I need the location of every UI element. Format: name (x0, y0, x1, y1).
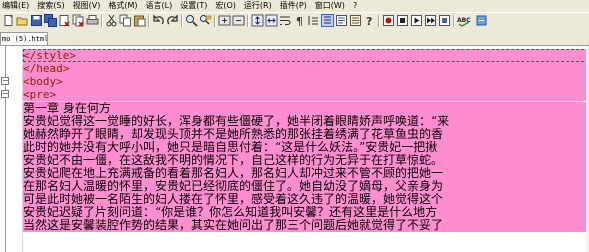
open-file-icon[interactable] (16, 14, 29, 27)
save-icon[interactable] (30, 14, 43, 27)
cut-icon[interactable] (105, 14, 118, 27)
paragraph-text: 可是此时她被一名陌生的妇人搂在了怀里，感受着这久违了的温暖，她觉得这个 (23, 193, 444, 206)
save-macro-icon[interactable] (438, 14, 451, 27)
text-line[interactable]: 此时的她并没有大呼小叫，她只是暗自思付着：“这是什么妖法。”安贵妃一把揪 (23, 141, 589, 154)
paragraph-text: 她赫然睁开了眼睛，却发现头顶并不是她所熟悉的那张挂着绣满了花草鱼虫的香 (23, 128, 444, 141)
toolbar-separator (101, 15, 103, 27)
help-icon[interactable]: ? (363, 14, 376, 28)
menu-plugins[interactable]: 插件(P) (276, 0, 311, 12)
stop-macro-icon[interactable] (396, 14, 409, 27)
menu-format[interactable]: 格式(M) (104, 0, 141, 12)
word-wrap-icon[interactable] (279, 14, 292, 27)
paragraph-text: 安贵妃爬在地上充满戒备的看着那名妇人，那名妇人却冲过来不管不顾的把她一 (23, 167, 444, 180)
menu-settings[interactable]: 设置(T) (176, 0, 211, 12)
paragraph-text: 安贵妃迟疑了片刻问道：“你是谁？你怎么知道我叫安馨？还有这里是什么地方 (23, 206, 438, 219)
tab-file[interactable]: mo (5).html (0, 32, 48, 45)
menu-view[interactable]: 视图(V) (69, 0, 105, 12)
toolbar-separator (247, 15, 249, 27)
zoom-in-icon[interactable] (218, 14, 231, 27)
paste-icon[interactable] (133, 14, 146, 27)
replace-icon[interactable] (199, 14, 212, 27)
code-line[interactable]: <body> (23, 75, 589, 88)
svg-text:?: ? (366, 15, 372, 27)
text-line[interactable]: 她赫然睁开了眼睛，却发现头顶并不是她所熟悉的那张挂着绣满了花草鱼虫的香 (23, 128, 589, 141)
editor-area[interactable]: − − </style> </head> <body> <pre> 第一章 身在… (0, 46, 589, 252)
menu-edit[interactable]: 编辑(E) (0, 0, 33, 12)
text-line[interactable]: 第一章 身在何方 (23, 102, 589, 115)
close-all-icon[interactable] (72, 14, 85, 27)
toolbar-separator (214, 15, 216, 27)
menu-language[interactable]: 语言(L) (142, 0, 177, 12)
fold-toggle-pre[interactable]: − (1, 90, 9, 98)
menu-bar: 编辑(E) 搜索(S) 视图(V) 格式(M) 语言(L) 设置(T) 宏(O) 运行(R) 插… (0, 0, 589, 12)
paragraph-text: 安贵妃不由一僵，在这敌我不明的情况下，自己这样的行为无异于在打草惊蛇。 (23, 154, 444, 167)
play-macro-icon[interactable] (410, 14, 423, 27)
save-all-icon[interactable] (44, 14, 57, 27)
sync-horizontal-icon[interactable] (265, 14, 278, 27)
spell-check-icon[interactable]: ABC (457, 14, 473, 27)
print-icon[interactable] (86, 14, 99, 27)
chapter-title: 第一章 身在何方 (23, 102, 111, 115)
tab-bar: mo (5).html (0, 30, 589, 46)
toolbar-separator (148, 15, 150, 27)
zoom-out-icon[interactable] (232, 14, 245, 27)
sync-vertical-icon[interactable] (251, 14, 264, 27)
menu-window[interactable]: 窗口(W) (311, 0, 349, 12)
undo-icon[interactable] (152, 14, 165, 27)
toolbar-separator (378, 15, 380, 27)
svg-text:¶: ¶ (296, 15, 303, 27)
fold-toggle-body[interactable]: − (1, 77, 9, 85)
text-line[interactable]: 安贵妃迟疑了片刻问道：“你是谁？你怎么知道我叫安馨？还有这里是什么地方 (23, 206, 589, 219)
menu-search[interactable]: 搜索(S) (33, 0, 68, 12)
code-line[interactable]: <pre> (23, 88, 589, 101)
plugin-tool-icon[interactable] (475, 14, 488, 27)
doc-map-icon[interactable] (335, 14, 348, 27)
text-line[interactable]: 在那名妇人温暖的怀里，安贵妃已经彻底的僵住了。她自幼没了嫡母，父亲身为 (23, 180, 589, 193)
function-list-icon[interactable] (349, 14, 362, 27)
copy-icon[interactable] (119, 14, 132, 27)
paragraph-text: 当然这是安馨装腔作势的结果，其实在她问出了那三个问题后她就觉得了不妥了 (23, 219, 444, 232)
redo-icon[interactable] (166, 14, 179, 27)
close-file-icon[interactable] (58, 14, 71, 27)
language-style-icon[interactable] (321, 14, 334, 27)
text-line[interactable]: 安贵妃不由一僵，在这敌我不明的情况下，自己这样的行为无异于在打草惊蛇。 (23, 154, 589, 167)
paragraph-text: 在那名妇人温暖的怀里，安贵妃已经彻底的僵住了。她自幼没了嫡母，父亲身为 (23, 180, 444, 193)
menu-run[interactable]: 运行(R) (240, 0, 276, 12)
paragraph-text: 安贵妃觉得这一觉睡的好长，浑身都有些僵硬了，她半闭着眼睛娇声呼唤道：“来 (23, 115, 450, 128)
text-line[interactable]: 可是此时她被一名陌生的妇人搂在了怀里，感受着这久违了的温暖，她觉得这个 (23, 193, 589, 206)
menu-macro[interactable]: 宏(O) (211, 0, 240, 12)
toolbar: ¶ ? ABC (0, 12, 589, 31)
code-line[interactable]: </head> (23, 62, 589, 75)
fold-margin: − − (0, 46, 23, 252)
indent-guide-icon[interactable] (307, 14, 320, 27)
menu-help[interactable]: ? (349, 0, 361, 12)
svg-text:ABC: ABC (457, 17, 471, 24)
code-line[interactable]: </style> (23, 49, 589, 62)
text-line[interactable]: 安贵妃觉得这一觉睡的好长，浑身都有些僵硬了，她半闭着眼睛娇声呼唤道：“来 (23, 115, 589, 128)
text-line[interactable]: 安贵妃爬在地上充满戒备的看着那名妇人，那名妇人却冲过来不管不顾的把她一 (23, 167, 589, 180)
show-all-chars-icon[interactable]: ¶ (293, 14, 306, 28)
text-line[interactable]: 当然这是安馨装腔作势的结果，其实在她问出了那三个问题后她就觉得了不妥了 (23, 219, 589, 232)
new-file-icon[interactable] (2, 14, 15, 27)
toolbar-separator (453, 15, 455, 27)
paragraph-text: 此时的她并没有大呼小叫，她只是暗自思付着：“这是什么妖法。”安贵妃一把揪 (23, 141, 438, 154)
toolbar-separator (181, 15, 183, 27)
find-icon[interactable] (185, 14, 198, 27)
play-multiple-icon[interactable] (424, 14, 437, 27)
tab-file-label: mo (5).html (2, 35, 48, 43)
record-macro-icon[interactable] (382, 14, 395, 27)
